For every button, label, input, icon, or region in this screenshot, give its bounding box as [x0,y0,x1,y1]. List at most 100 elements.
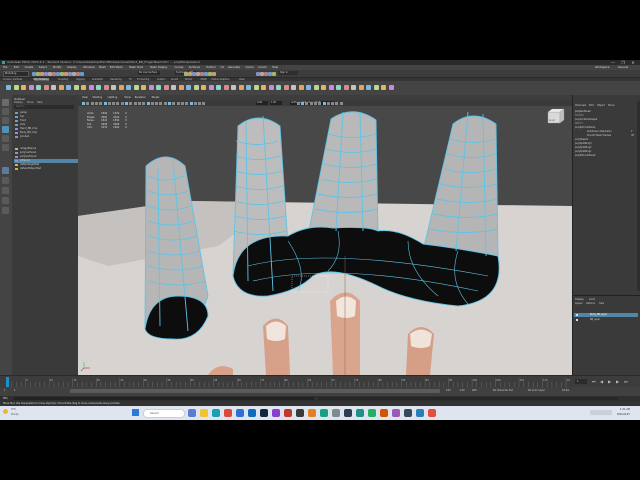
shelf-tool-icon[interactable] [163,85,169,90]
viewport-toolbar-icon[interactable] [90,101,94,105]
sign-in-button[interactable]: Sign In [278,71,298,75]
shelf-tool-icon[interactable] [283,85,289,90]
viewport-toolbar-icon[interactable] [82,101,85,105]
layout-2-icon[interactable] [2,207,9,214]
shelf-tool-icon[interactable] [51,85,56,90]
shelf-tool-icon[interactable] [291,85,296,90]
shelf-tool-icon[interactable] [156,85,161,90]
widgets-icon[interactable] [188,409,196,417]
viewport-toolbar-icon[interactable] [322,101,326,105]
layer-row[interactable]: BR_layer [574,318,638,322]
shelf-tool-icon[interactable] [351,85,356,90]
persp-outliner-icon[interactable] [2,187,9,194]
chrome-icon[interactable] [224,409,232,417]
shelf-tool-icon[interactable] [298,85,304,90]
shelf-tool-icon[interactable] [6,85,11,90]
shelf-tool-icon[interactable] [118,85,124,90]
app-icon[interactable] [320,409,328,417]
fps-dropdown[interactable]: 24 fps [562,389,569,392]
single-view-icon[interactable] [2,167,9,174]
shelf-tool-icon[interactable] [343,85,349,90]
app-icon[interactable] [308,409,316,417]
app-icon[interactable] [284,409,292,417]
store-icon[interactable] [236,409,244,417]
status-line-icon[interactable] [272,71,276,76]
viewport-toolbar-icon[interactable] [86,101,90,105]
move-tool-icon[interactable] [2,126,9,133]
camera-far-field[interactable]: 1.00 [270,101,282,105]
channelbox-history-item[interactable]: polySplitRing3 [575,142,592,145]
go-to-start-icon[interactable]: ⏮ [592,379,596,384]
range-start-inner-field[interactable]: 1 [14,389,16,392]
shelf-tool-icon[interactable] [148,85,154,90]
app-icon[interactable] [392,409,400,417]
shelf-tool-icon[interactable] [66,85,71,90]
shelf-tool-icon[interactable] [111,85,116,90]
photoshop-icon[interactable] [260,409,268,417]
viewport-toolbar-icon[interactable] [137,101,141,105]
app-icon[interactable] [344,409,352,417]
app-icon[interactable] [428,409,436,417]
outliner-menu-show[interactable]: Show [27,101,33,104]
range-end-inner-field[interactable]: 120 [446,389,451,392]
shelf-tool-icon[interactable] [193,85,199,90]
weather-icon[interactable] [3,409,8,414]
viewport-toolbar-icon[interactable] [180,101,184,105]
viewport-toolbar-icon[interactable] [120,101,124,105]
viewport-toolbar-icon[interactable] [331,101,335,105]
viewport-toolbar-icon[interactable] [116,101,120,105]
shelf-tool-icon[interactable] [21,85,26,90]
shelf-tool-icon[interactable] [223,85,229,90]
viewport-toolbar-icon[interactable] [133,101,137,105]
shelf-tool-icon[interactable] [96,85,101,90]
layers-menu-help[interactable]: Help [599,302,604,305]
viewport-toolbar-icon[interactable] [125,101,128,105]
viewport-toolbar-icon[interactable] [159,101,163,105]
scale-tool-icon[interactable] [2,144,9,151]
channelbox-attr-value[interactable]: 2 [631,130,632,133]
shelf-tool-icon[interactable] [381,85,386,90]
shelf-tool-icon[interactable] [36,85,41,90]
layer-visibility-icon[interactable] [576,319,578,321]
start-icon[interactable] [132,409,139,416]
app-icon[interactable] [380,409,388,417]
shelf-tool-icon[interactable] [268,85,274,90]
system-tray-icons[interactable] [590,410,612,415]
viewport-toolbar-icon[interactable] [305,101,309,105]
taskbar-search[interactable]: Search [143,409,185,418]
clock-date[interactable]: 2024-02-05 [617,413,630,416]
viewport-toolbar-icon[interactable] [99,101,103,105]
shelf-tool-icon[interactable] [103,85,109,90]
app-icon[interactable] [272,409,280,417]
channelbox-tab-object[interactable]: Object [597,104,605,107]
channelbox-tab-edit[interactable]: Edit [589,104,594,107]
viewport-toolbar-icon[interactable] [112,101,116,105]
viewport-toolbar-icon[interactable] [94,101,98,105]
shelf-tool-icon[interactable] [178,85,184,90]
viewport-toolbar-icon[interactable] [172,101,176,105]
viewport-toolbar-icon[interactable] [198,101,202,105]
shelf-tool-icon[interactable] [43,85,49,90]
layers-tab-display[interactable]: Display [575,298,584,301]
viewport-toolbar-icon[interactable] [107,101,111,105]
channelbox-history-item[interactable]: polyExtrudeFace2 [575,154,596,157]
layers-menu-options[interactable]: Options [586,302,595,305]
range-end-field[interactable]: 120 [460,389,465,392]
shelf-tool-icon[interactable] [13,85,19,90]
edge-icon[interactable] [212,409,220,417]
playhead[interactable] [6,377,9,387]
app-icon[interactable] [368,409,376,417]
shelf-tool-icon[interactable] [321,85,326,90]
viewport-toolbar-icon[interactable] [202,101,206,105]
clock-time[interactable]: 1:41 AM [620,408,630,411]
shelf-tool-icon[interactable] [313,85,319,90]
channelbox-history-item[interactable]: polySplitRing2 [575,146,592,149]
anim-layer-dropdown[interactable]: No Anim Layer [528,389,545,392]
cmd-input[interactable] [14,397,314,400]
four-view-icon[interactable] [2,177,9,184]
channelbox-history-item[interactable]: polySplitRing1 [575,150,592,153]
channelbox-attr-value[interactable]: off [631,134,634,137]
mail-icon[interactable] [248,409,256,417]
layer-row-selected[interactable]: Body_BR_layer [574,313,638,317]
viewport-toolbar-icon[interactable] [176,101,180,105]
